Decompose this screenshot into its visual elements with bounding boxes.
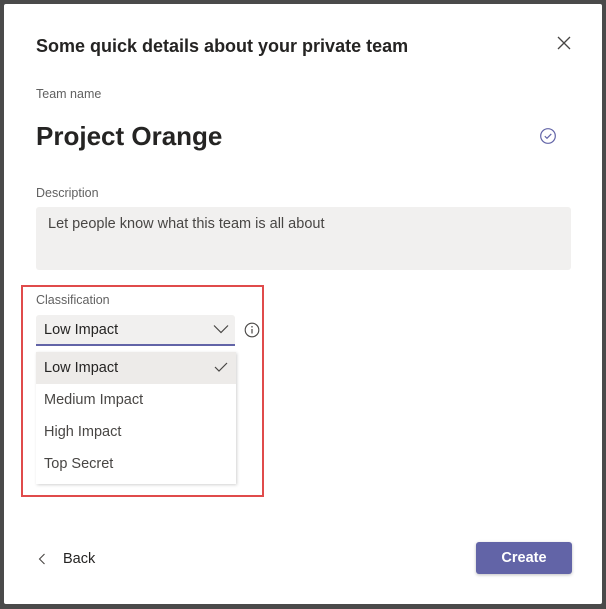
option-low-impact[interactable]: Low Impact — [36, 352, 236, 384]
create-button[interactable]: Create — [476, 542, 572, 574]
info-icon[interactable] — [244, 322, 260, 338]
back-label: Back — [63, 551, 96, 567]
description-input[interactable]: Let people know what this team is all ab… — [36, 207, 571, 270]
check-circle-icon — [540, 128, 556, 144]
description-label: Description — [36, 186, 99, 200]
team-name-label: Team name — [36, 87, 102, 101]
option-label: Medium Impact — [44, 392, 144, 408]
back-button[interactable]: Back — [38, 549, 95, 569]
checkmark-icon — [214, 362, 228, 372]
chevron-down-icon — [213, 325, 229, 334]
option-label: Top Secret — [44, 456, 114, 472]
classification-options-list: Low Impact Medium Impact High Impact Top… — [36, 352, 236, 484]
classification-dropdown[interactable]: Low Impact — [36, 315, 235, 346]
option-label: Low Impact — [44, 360, 119, 376]
create-team-dialog: Some quick details about your private te… — [4, 4, 602, 604]
dialog-title: Some quick details about your private te… — [36, 36, 409, 56]
close-icon[interactable] — [555, 34, 573, 52]
classification-selected-value: Low Impact — [44, 322, 119, 338]
option-high-impact[interactable]: High Impact — [36, 416, 236, 448]
option-label: High Impact — [44, 424, 122, 440]
classification-label: Classification — [36, 293, 110, 307]
chevron-left-icon — [38, 553, 45, 565]
team-name-field[interactable]: Project Orange — [36, 121, 222, 152]
option-top-secret[interactable]: Top Secret — [36, 448, 236, 480]
option-medium-impact[interactable]: Medium Impact — [36, 384, 236, 416]
